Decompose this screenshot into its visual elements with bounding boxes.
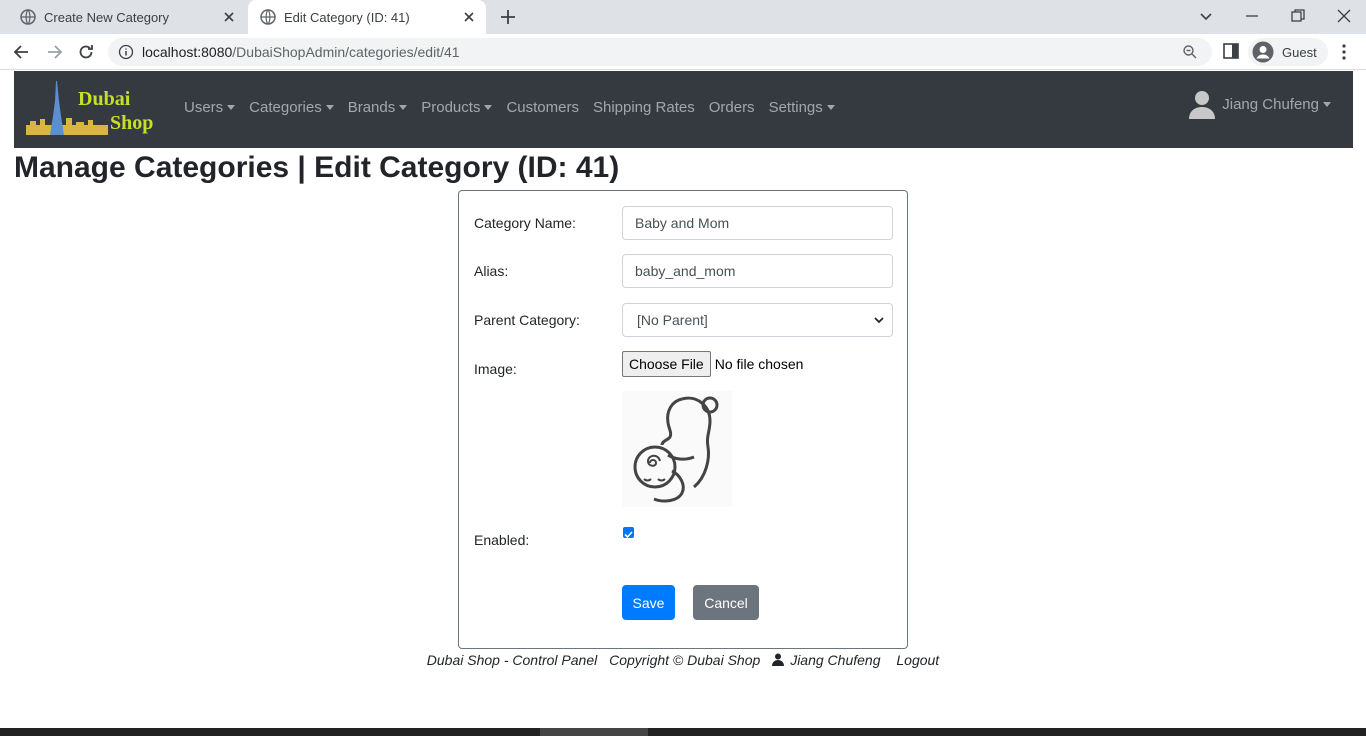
cancel-button[interactable]: Cancel bbox=[693, 585, 759, 620]
footer-panel-text: Dubai Shop - Control Panel bbox=[426, 652, 598, 668]
globe-icon bbox=[260, 9, 276, 25]
category-image-thumbnail bbox=[622, 391, 732, 507]
forward-arrow-icon[interactable] bbox=[44, 42, 64, 62]
nav-label: Customers bbox=[506, 99, 579, 116]
footer: Dubai Shop - Control Panel Copyright © D… bbox=[0, 652, 1366, 668]
user-name: Jiang Chufeng bbox=[1222, 95, 1319, 113]
nav-users[interactable]: Users bbox=[184, 99, 236, 116]
tab-title: Create New Category bbox=[44, 9, 169, 25]
address-bar[interactable]: localhost:8080/DubaiShopAdmin/categories… bbox=[108, 38, 1212, 66]
url-host: localhost:8080 bbox=[142, 44, 233, 60]
close-icon[interactable] bbox=[462, 10, 476, 24]
url-text: localhost:8080/DubaiShopAdmin/categories… bbox=[142, 44, 460, 60]
profile-label: Guest bbox=[1282, 44, 1317, 60]
edit-category-form: Category Name: Baby and Mom Alias: baby_… bbox=[458, 190, 908, 649]
nav-products[interactable]: Products bbox=[421, 99, 493, 116]
caret-down-icon bbox=[227, 105, 236, 110]
parent-category-select[interactable]: [No Parent] bbox=[622, 303, 893, 337]
browser-toolbar: localhost:8080/DubaiShopAdmin/categories… bbox=[0, 34, 1366, 70]
browser-tab-strip: Create New Category Edit Category (ID: 4… bbox=[0, 0, 1366, 34]
nav-label: Settings bbox=[768, 99, 823, 116]
globe-icon bbox=[20, 9, 36, 25]
chevron-down-icon bbox=[874, 317, 884, 324]
category-name-input[interactable]: Baby and Mom bbox=[622, 206, 893, 240]
user-icon bbox=[1189, 91, 1216, 119]
parent-category-label: Parent Category: bbox=[474, 312, 580, 328]
brand-line-1: Dubai bbox=[78, 88, 131, 110]
alias-label: Alias: bbox=[474, 263, 509, 279]
caret-down-icon bbox=[399, 105, 408, 110]
reload-icon[interactable] bbox=[76, 42, 96, 62]
url-path: /DubaiShopAdmin/categories/edit/41 bbox=[232, 44, 460, 60]
nav-customers[interactable]: Customers bbox=[506, 99, 579, 116]
caret-down-icon bbox=[484, 105, 493, 110]
taskbar-item[interactable] bbox=[540, 728, 648, 736]
guest-avatar-icon bbox=[1252, 41, 1274, 63]
checkmark-icon bbox=[624, 531, 633, 539]
tab-search-chevron-icon[interactable] bbox=[1196, 6, 1216, 26]
nav-shipping-rates[interactable]: Shipping Rates bbox=[593, 99, 695, 116]
restore-icon[interactable] bbox=[1288, 6, 1308, 26]
brand-line-2: Shop bbox=[110, 112, 153, 134]
scrollbar-track[interactable] bbox=[1353, 71, 1366, 728]
minimize-icon[interactable] bbox=[1242, 6, 1262, 26]
nav-categories[interactable]: Categories bbox=[249, 99, 334, 116]
logout-link[interactable]: Logout bbox=[896, 652, 939, 668]
new-tab-plus-icon[interactable] bbox=[499, 8, 517, 26]
back-arrow-icon[interactable] bbox=[12, 42, 32, 62]
site-info-icon[interactable] bbox=[118, 44, 134, 60]
nav-label: Products bbox=[421, 99, 481, 116]
nav-label: Orders bbox=[708, 99, 755, 116]
page-title: Manage Categories | Edit Category (ID: 4… bbox=[14, 151, 620, 184]
nav-brands[interactable]: Brands bbox=[348, 99, 408, 116]
user-menu[interactable]: Jiang Chufeng bbox=[1188, 89, 1331, 119]
zoom-icon[interactable] bbox=[1182, 44, 1198, 60]
burj-khalifa-logo-icon: Dubai Shop bbox=[26, 81, 153, 135]
image-file-input[interactable]: Choose File No file chosen bbox=[622, 351, 803, 377]
footer-copyright: Copyright © Dubai Shop bbox=[609, 652, 761, 668]
enabled-checkbox[interactable] bbox=[623, 527, 634, 539]
category-name-label: Category Name: bbox=[474, 215, 576, 231]
nav-label: Categories bbox=[249, 99, 322, 116]
nav-settings[interactable]: Settings bbox=[769, 99, 835, 116]
parent-category-value: [No Parent] bbox=[637, 312, 708, 328]
caret-down-icon bbox=[1323, 101, 1331, 107]
nav-orders[interactable]: Orders bbox=[709, 99, 755, 116]
footer-user-name: Jiang Chufeng bbox=[790, 652, 881, 668]
side-panel-icon[interactable] bbox=[1222, 42, 1240, 60]
choose-file-button[interactable]: Choose File bbox=[622, 351, 711, 377]
save-button[interactable]: Save bbox=[622, 585, 675, 620]
alias-input[interactable]: baby_and_mom bbox=[622, 254, 893, 288]
nav-label: Brands bbox=[347, 99, 396, 116]
footer-user[interactable]: Jiang Chufeng bbox=[772, 652, 884, 668]
app-navbar: Dubai Shop Users Categories Brands Produ… bbox=[14, 71, 1353, 148]
page-viewport: Dubai Shop Users Categories Brands Produ… bbox=[0, 71, 1366, 728]
enabled-label: Enabled: bbox=[474, 532, 530, 548]
tab-title: Edit Category (ID: 41) bbox=[284, 9, 410, 25]
brand-logo[interactable]: Dubai Shop bbox=[26, 81, 161, 139]
close-icon[interactable] bbox=[222, 10, 236, 24]
caret-down-icon bbox=[325, 105, 334, 110]
browser-tab-edit-category[interactable]: Edit Category (ID: 41) bbox=[248, 0, 486, 34]
window-close-icon[interactable] bbox=[1334, 6, 1354, 26]
profile-button[interactable]: Guest bbox=[1248, 38, 1328, 66]
user-icon bbox=[772, 653, 785, 666]
image-label: Image: bbox=[474, 361, 517, 377]
no-file-text: No file chosen bbox=[714, 356, 804, 372]
browser-menu-icon[interactable] bbox=[1336, 42, 1352, 62]
nav-label: Users bbox=[184, 99, 224, 116]
main-nav: Users Categories Brands Products Custome… bbox=[184, 99, 849, 116]
os-taskbar bbox=[0, 728, 1366, 736]
nav-label: Shipping Rates bbox=[592, 99, 695, 116]
caret-down-icon bbox=[826, 105, 835, 110]
browser-tab-create-category[interactable]: Create New Category bbox=[0, 0, 246, 34]
mother-baby-image-icon bbox=[633, 396, 719, 503]
